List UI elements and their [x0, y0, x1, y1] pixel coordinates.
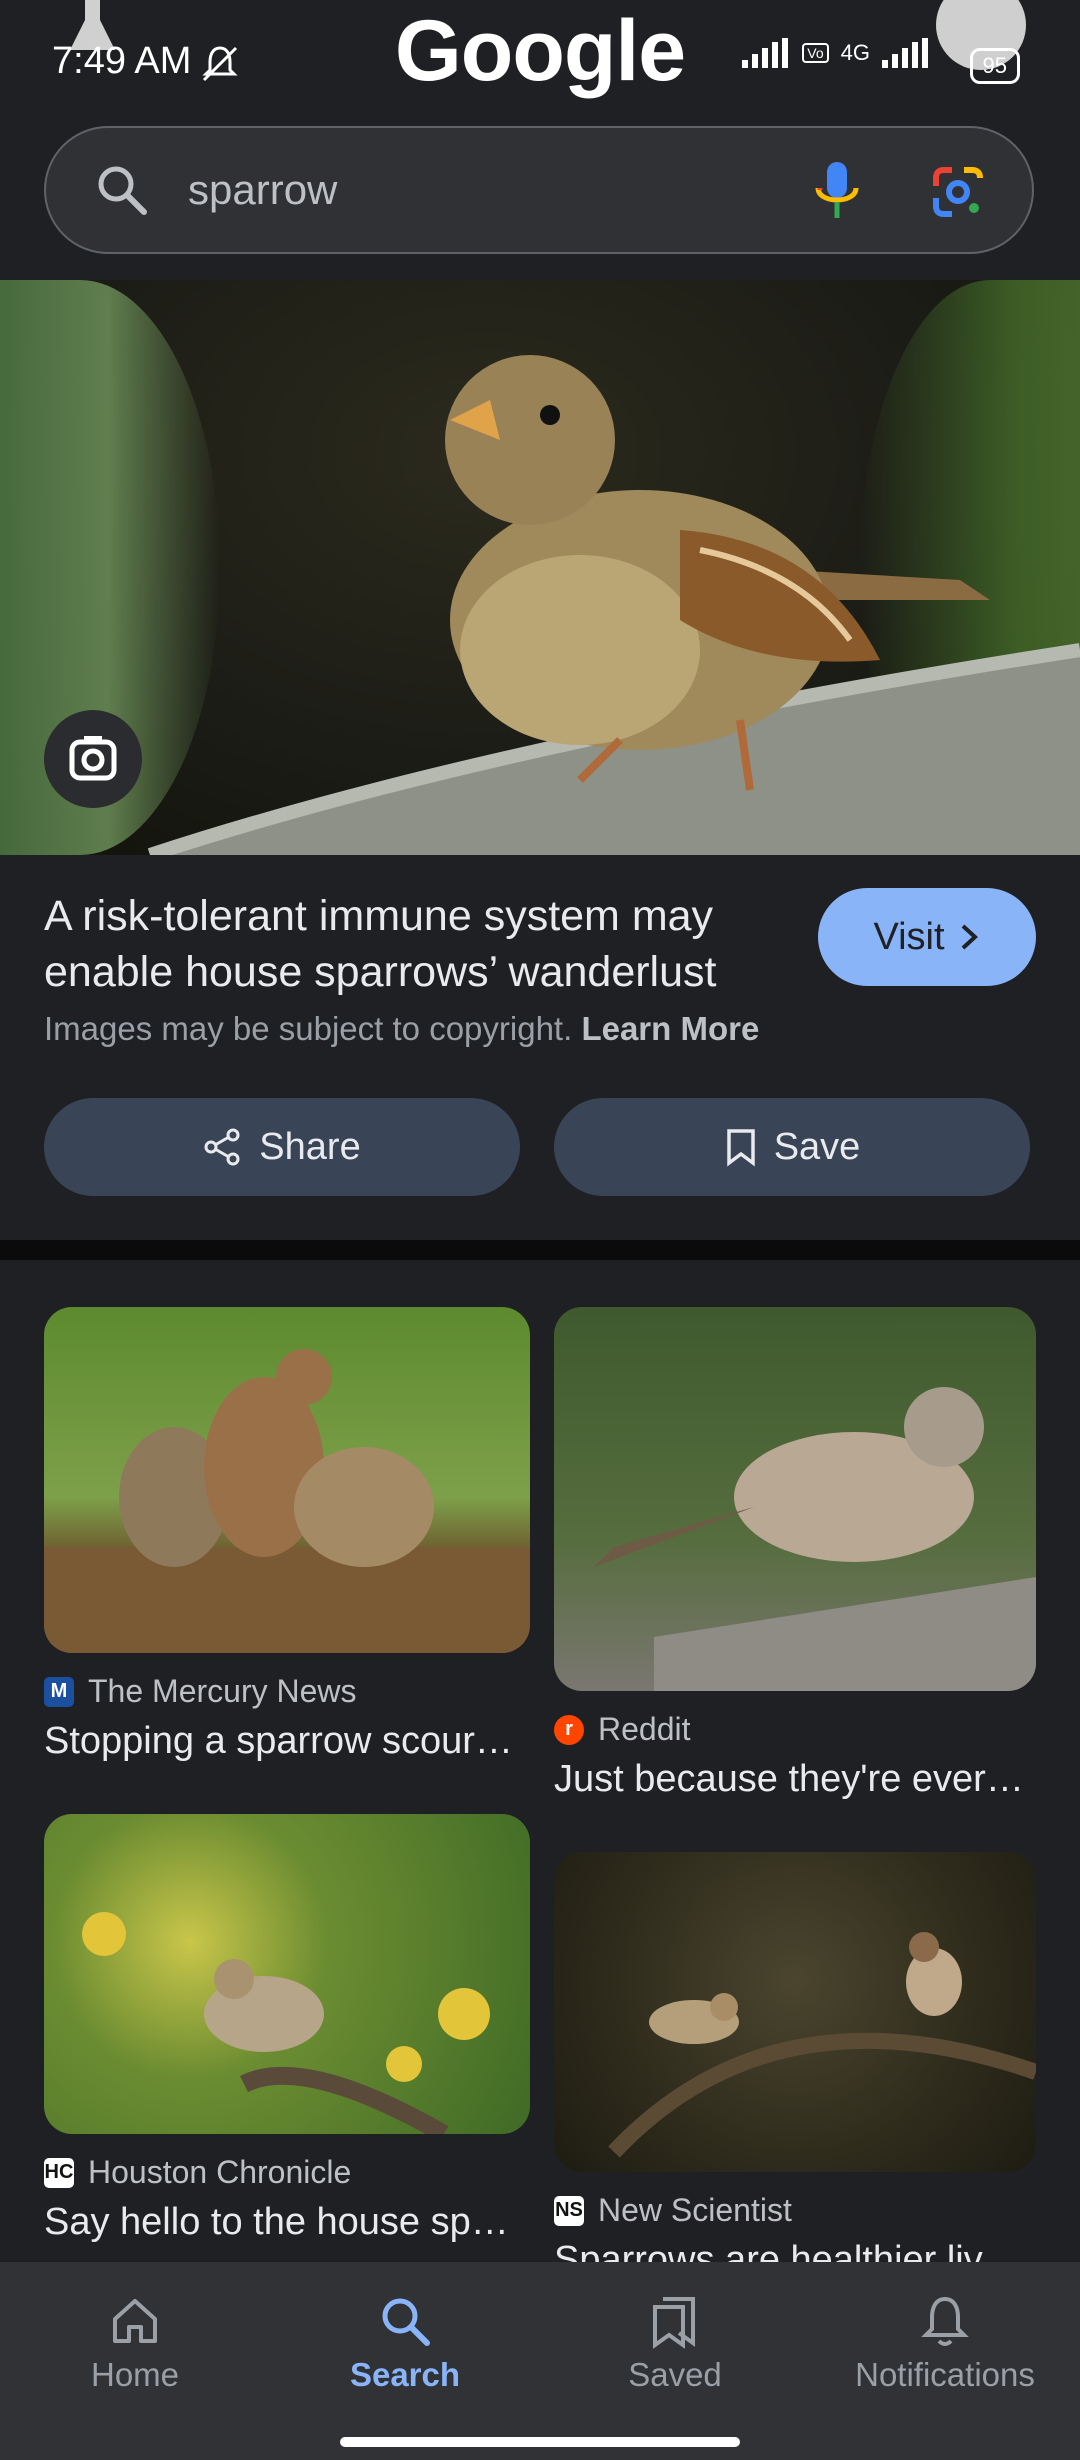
image-result-card[interactable]: HC Houston Chronicle Say hello to the ho…	[44, 1814, 530, 2244]
top-bar: 7:49 AM Google Vo 4G 95 sparrow	[0, 0, 1080, 280]
visit-label: Visit	[873, 915, 945, 958]
nav-saved-label: Saved	[628, 2356, 722, 2393]
result-thumbnail[interactable]	[44, 1814, 530, 2134]
sparrow-illustration	[594, 1387, 1036, 1691]
share-icon	[204, 1128, 240, 1166]
network-type: 4G	[840, 40, 870, 65]
sparrow-illustration	[82, 1912, 490, 2134]
save-button[interactable]: Save	[554, 1098, 1030, 1196]
result-title[interactable]: A risk-tolerant immune system may enable…	[44, 888, 784, 1000]
source-favicon: HC	[44, 2157, 74, 2188]
bookmark-icon	[726, 1129, 755, 1167]
saved-icon	[653, 2297, 695, 2349]
hero-sparrow-image[interactable]	[0, 280, 1080, 855]
battery-indicator: 95	[969, 48, 1020, 84]
copyright-notice: Images may be subject to copyright. Lear…	[44, 1010, 759, 1048]
google-lens-icon[interactable]	[928, 162, 988, 222]
source-name: The Mercury News	[88, 1673, 357, 1709]
sparrows-illustration	[44, 1349, 530, 1653]
home-icon	[113, 2299, 157, 2343]
volte-icon: Vo	[802, 43, 829, 63]
home-gesture-bar[interactable]	[340, 2437, 740, 2447]
search-icon	[382, 2298, 430, 2346]
signal-icon	[742, 38, 789, 68]
source-name: New Scientist	[598, 2192, 792, 2228]
status-right: Vo 4G	[742, 38, 930, 68]
nav-search[interactable]: Search	[270, 2286, 540, 2394]
copyright-text: Images may be subject to copyright.	[44, 1010, 573, 1047]
nav-search-label: Search	[349, 2356, 461, 2393]
mic-icon[interactable]	[812, 156, 862, 226]
learn-more-link[interactable]: Learn More	[581, 1010, 759, 1047]
sparrows-illustration	[608, 1932, 1036, 2158]
share-button[interactable]: Share	[44, 1098, 520, 1196]
result-source: r Reddit	[554, 1711, 1036, 1748]
section-divider	[0, 1240, 1080, 1260]
source-name: Reddit	[598, 1711, 691, 1747]
visit-button[interactable]: Visit	[818, 888, 1036, 986]
result-thumbnail[interactable]	[44, 1307, 530, 1653]
nav-saved[interactable]: Saved	[540, 2286, 810, 2394]
image-result-card[interactable]: M The Mercury News Stopping a sparrow sc…	[44, 1307, 530, 1763]
result-title[interactable]: Say hello to the house sp…	[44, 2201, 524, 2244]
result-source: NS New Scientist	[554, 2192, 1036, 2229]
search-input[interactable]: sparrow	[188, 166, 337, 214]
bell-icon	[921, 2296, 969, 2346]
bottom-navigation: Home Search Saved Notifications	[0, 2262, 1080, 2460]
source-favicon: r	[554, 1714, 584, 1745]
lens-icon	[69, 736, 117, 781]
signal-icon-2	[882, 38, 928, 68]
image-result-card[interactable]: r Reddit Just because they're ever…	[554, 1307, 1036, 1801]
share-label: Share	[259, 1125, 361, 1168]
sparrow-illustration	[147, 355, 1080, 855]
search-icon	[98, 166, 147, 215]
search-bar[interactable]: sparrow	[44, 126, 1034, 254]
result-title[interactable]: Stopping a sparrow scour…	[44, 1720, 524, 1763]
nav-notifications[interactable]: Notifications	[810, 2286, 1080, 2394]
result-source: M The Mercury News	[44, 1673, 530, 1710]
result-thumbnail[interactable]	[554, 1307, 1036, 1691]
chevron-right-icon	[961, 924, 978, 950]
nav-notifications-label: Notifications	[855, 2356, 1035, 2393]
image-result-card[interactable]: NS New Scientist Sparrows are healthier …	[554, 1852, 1036, 2282]
save-label: Save	[773, 1125, 861, 1168]
nav-home-label: Home	[90, 2356, 180, 2393]
result-title[interactable]: Just because they're ever…	[554, 1758, 1034, 1801]
source-name: Houston Chronicle	[88, 2154, 352, 2190]
nav-home[interactable]: Home	[0, 2286, 270, 2394]
result-source: HC Houston Chronicle	[44, 2154, 530, 2191]
result-thumbnail[interactable]	[554, 1852, 1036, 2172]
source-favicon: M	[44, 1676, 74, 1707]
lens-search-button[interactable]	[44, 710, 142, 808]
source-favicon: NS	[554, 2195, 584, 2226]
